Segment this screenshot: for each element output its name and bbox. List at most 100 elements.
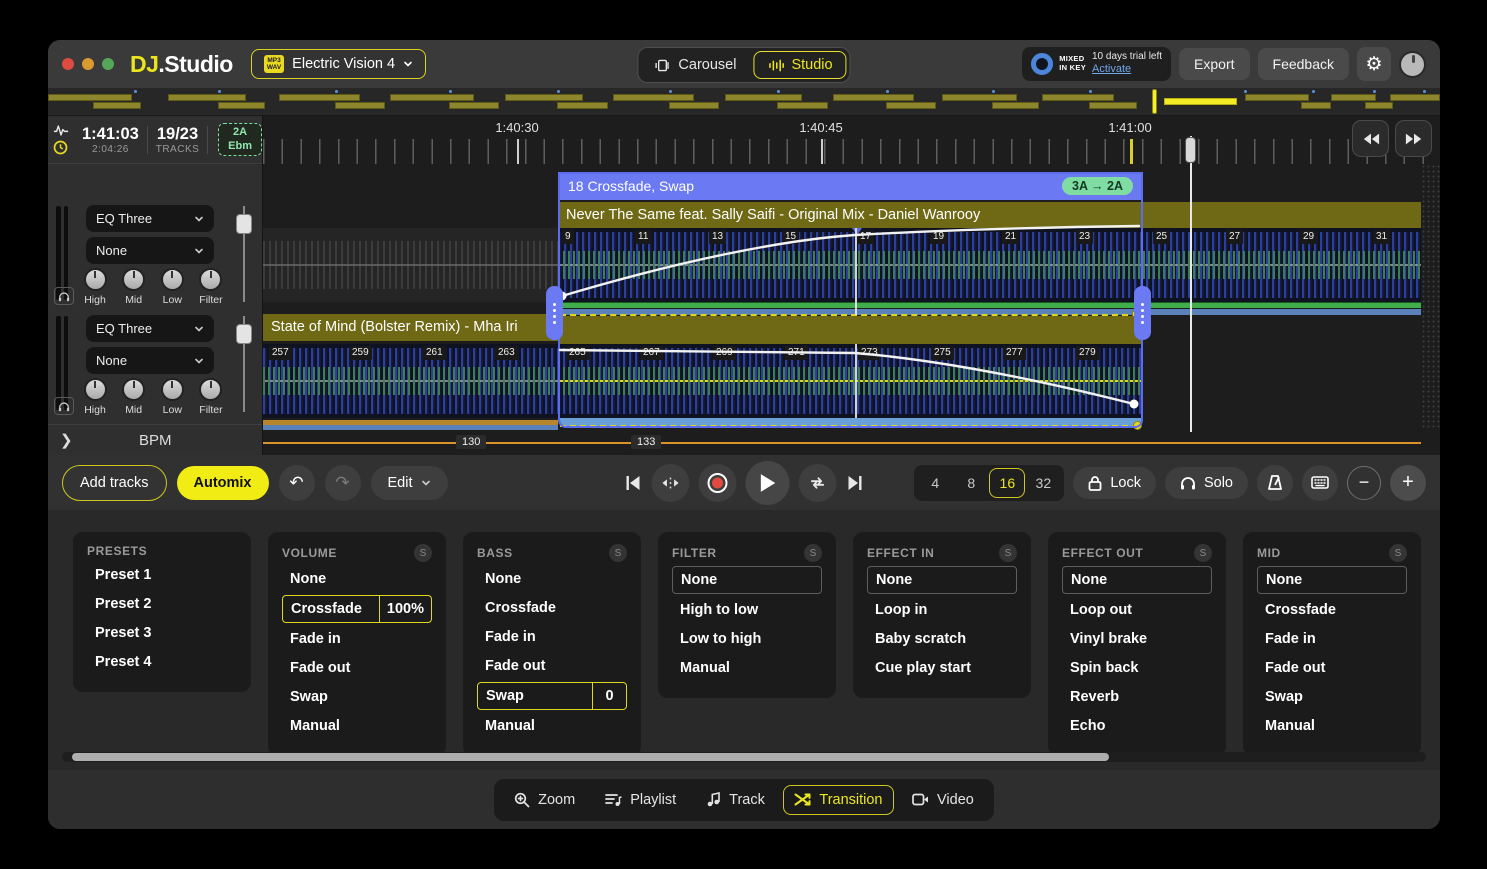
transition-option[interactable]: None xyxy=(282,566,432,592)
loop-length-32[interactable]: 32 xyxy=(1025,468,1061,498)
swap-point-line[interactable] xyxy=(855,344,857,418)
transition-option[interactable]: Fade out xyxy=(1257,655,1407,681)
loop-length-8[interactable]: 8 xyxy=(953,468,989,498)
zoom-window-button[interactable] xyxy=(102,58,114,70)
loop-length-4[interactable]: 4 xyxy=(917,468,953,498)
deck-b-volume-fader[interactable] xyxy=(236,316,252,412)
undo-button[interactable]: ↶ xyxy=(279,465,315,501)
deck-b-high-knob[interactable]: High xyxy=(78,378,112,416)
track-title-incoming-continue[interactable] xyxy=(1143,202,1421,229)
rewind-button[interactable] xyxy=(1352,120,1389,157)
crossfade-block-header[interactable]: 18 Crossfade, Swap 3A → 2A xyxy=(558,172,1143,200)
solo-button[interactable]: Solo xyxy=(1165,467,1248,499)
transition-option[interactable]: Swap xyxy=(282,684,432,710)
transition-option[interactable]: Manual xyxy=(672,655,822,681)
add-tracks-button[interactable]: Add tracks xyxy=(62,465,167,501)
close-window-button[interactable] xyxy=(62,58,74,70)
sync-badge[interactable]: S xyxy=(609,544,627,562)
shortcuts-button[interactable] xyxy=(1302,465,1338,501)
transition-option[interactable]: Loop in xyxy=(867,597,1017,623)
deck-b-eq-select[interactable]: EQ Three xyxy=(86,315,214,342)
time-ruler[interactable]: 1:40:301:40:451:41:00 xyxy=(263,116,1440,164)
snap-to-playhead-button[interactable] xyxy=(652,464,690,502)
transition-option[interactable]: Reverb xyxy=(1062,684,1212,710)
transition-option[interactable]: Cue play start xyxy=(867,655,1017,681)
transition-option[interactable]: Baby scratch xyxy=(867,626,1017,652)
crossfade-right-handle[interactable] xyxy=(1134,286,1151,340)
swap-point-line[interactable] xyxy=(855,228,857,315)
option-value[interactable]: 0 xyxy=(592,683,626,709)
transition-option[interactable]: Swap0 xyxy=(477,682,627,710)
sync-badge[interactable]: S xyxy=(1194,544,1212,562)
transition-option[interactable]: Preset 3 xyxy=(87,620,237,646)
transition-option[interactable]: Manual xyxy=(282,713,432,739)
edit-menu-button[interactable]: Edit xyxy=(371,466,448,500)
transition-option[interactable]: Fade in xyxy=(1257,626,1407,652)
transition-option[interactable]: Low to high xyxy=(672,626,822,652)
transition-option[interactable]: None xyxy=(1062,566,1212,594)
studio-mode-button[interactable]: Studio xyxy=(753,51,846,79)
project-selector[interactable]: MP3WAV Electric Vision 4 xyxy=(251,49,426,79)
deck-b-mid-knob[interactable]: Mid xyxy=(117,378,151,416)
playhead[interactable] xyxy=(1190,136,1192,432)
deck-b-headphone-cue-button[interactable] xyxy=(54,397,74,415)
track-title-incoming[interactable]: Never The Same feat. Sally Saifi - Origi… xyxy=(558,202,1143,229)
transition-option[interactable]: Fade out xyxy=(477,653,627,679)
bottom-tab-track[interactable]: Track xyxy=(694,785,777,815)
sync-badge[interactable]: S xyxy=(804,544,822,562)
waveform-incoming[interactable] xyxy=(558,228,1421,302)
sync-badge[interactable]: S xyxy=(414,544,432,562)
track-title-outgoing[interactable]: State of Mind (Bolster Remix) - Mha Iri xyxy=(263,314,558,341)
transition-option[interactable]: Preset 1 xyxy=(87,562,237,588)
transition-option[interactable]: Crossfade xyxy=(477,595,627,621)
deck-a-mid-knob[interactable]: Mid xyxy=(117,268,151,306)
fast-forward-button[interactable] xyxy=(1395,120,1432,157)
automix-button[interactable]: Automix xyxy=(177,466,269,500)
scrollbar-thumb[interactable] xyxy=(72,753,1109,761)
deck-b-low-knob[interactable]: Low xyxy=(155,378,189,416)
transition-option[interactable]: None xyxy=(477,566,627,592)
transition-option[interactable]: None xyxy=(867,566,1017,594)
transition-option[interactable]: Spin back xyxy=(1062,655,1212,681)
transition-option[interactable]: None xyxy=(1257,566,1407,594)
deck-b-fx-select[interactable]: None xyxy=(86,347,214,374)
bottom-tab-playlist[interactable]: Playlist xyxy=(593,785,688,815)
track-title-outgoing-continue[interactable] xyxy=(558,316,1143,344)
play-button[interactable] xyxy=(746,461,790,505)
transition-option[interactable]: Echo xyxy=(1062,713,1212,739)
sync-badge[interactable]: S xyxy=(999,544,1017,562)
volume-automation-bottom[interactable] xyxy=(560,425,1138,427)
playhead-handle[interactable] xyxy=(1185,137,1196,163)
deck-a-fx-select[interactable]: None xyxy=(86,237,214,264)
minimize-window-button[interactable] xyxy=(82,58,94,70)
settings-button[interactable]: ⚙ xyxy=(1357,47,1391,81)
skip-to-start-button[interactable] xyxy=(623,474,643,492)
lock-button[interactable]: Lock xyxy=(1073,467,1156,499)
deck-a-filter-knob[interactable]: Filter xyxy=(194,268,228,306)
transition-option[interactable]: None xyxy=(672,566,822,594)
transition-option[interactable]: Manual xyxy=(477,713,627,739)
deck-b-filter-knob[interactable]: Filter xyxy=(194,378,228,416)
transition-option[interactable]: Manual xyxy=(1257,713,1407,739)
transition-option[interactable]: Loop out xyxy=(1062,597,1212,623)
transition-option[interactable]: High to low xyxy=(672,597,822,623)
transition-option[interactable]: Preset 4 xyxy=(87,649,237,675)
deck-a-volume-fader[interactable] xyxy=(236,206,252,302)
mix-overview-minimap[interactable] xyxy=(48,88,1440,116)
bottom-tab-video[interactable]: Video xyxy=(900,785,986,815)
transition-option[interactable]: Fade in xyxy=(282,626,432,652)
deck-a-eq-select[interactable]: EQ Three xyxy=(86,205,214,232)
redo-button[interactable]: ↷ xyxy=(325,465,361,501)
bottom-tab-zoom[interactable]: Zoom xyxy=(502,785,587,815)
metronome-button[interactable] xyxy=(1257,465,1293,501)
transition-option[interactable]: Crossfade xyxy=(1257,597,1407,623)
transition-option[interactable]: Crossfade100% xyxy=(282,595,432,623)
record-button[interactable] xyxy=(699,464,737,502)
minimap-view-marker[interactable] xyxy=(1152,89,1157,114)
bottom-tab-transition[interactable]: Transition xyxy=(783,785,894,815)
automation-handle[interactable] xyxy=(1133,421,1142,430)
bpm-lane[interactable]: 130133 xyxy=(263,432,1440,455)
transition-option[interactable]: Fade in xyxy=(477,624,627,650)
deck-a-headphone-cue-button[interactable] xyxy=(54,287,74,305)
zoom-out-button[interactable]: − xyxy=(1347,466,1381,500)
